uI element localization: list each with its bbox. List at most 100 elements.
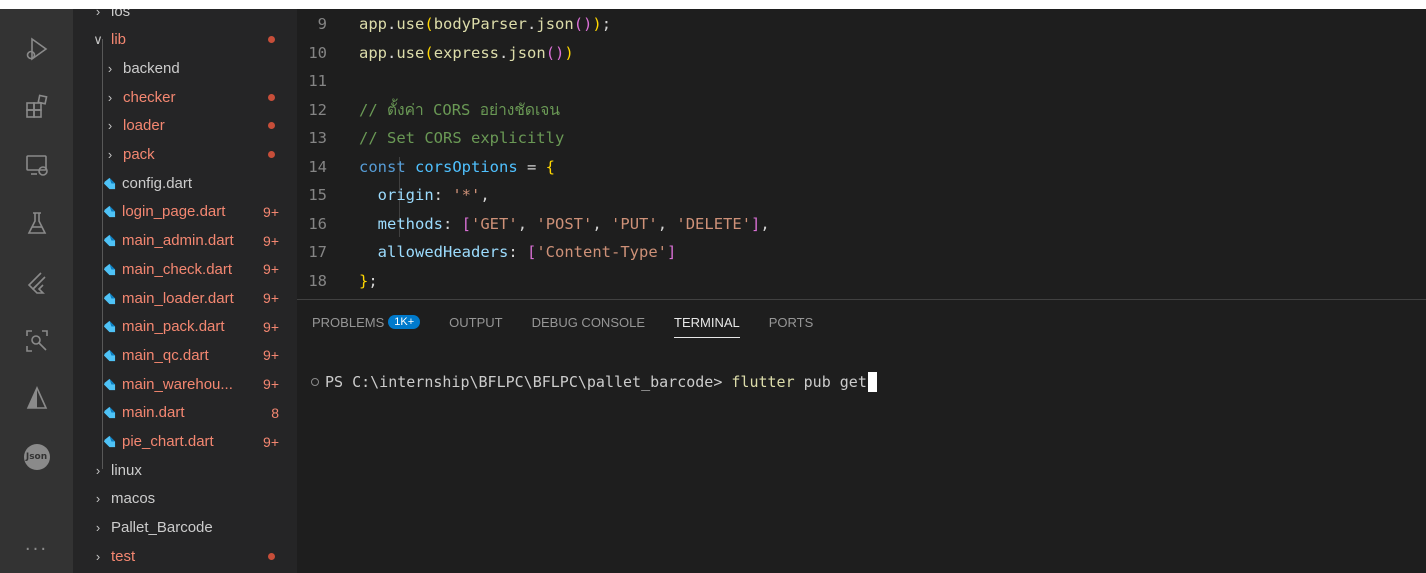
code-line: 16 methods: ['GET', 'POST', 'PUT', 'DELE… [297, 210, 770, 238]
code-editor[interactable]: 9 app.use(bodyParser.json()); 10 app.use(ex… [297, 9, 1426, 299]
problem-count-badge: 9+ [263, 232, 279, 249]
code-line: 9 app.use(bodyParser.json()); [297, 10, 611, 38]
activity-bar: Json ··· [0, 9, 73, 573]
tree-folder[interactable]: › Pallet_Barcode [73, 514, 297, 542]
code-text: allowedHeaders: ['Content-Type'] [359, 243, 677, 261]
code-token: : [508, 243, 527, 261]
chevron-right-icon: › [107, 147, 113, 162]
panel-tabs: Problems 1K+ Output Debug Console Terminal Po… [297, 300, 827, 344]
problem-count-badge: 9+ [263, 433, 279, 450]
tree-item-label: main.dart [122, 404, 185, 422]
code-token: express [433, 43, 500, 62]
tree-folder[interactable]: › ios [73, 9, 297, 25]
tree-folder[interactable]: › linux [73, 456, 297, 484]
problem-dot-icon [268, 151, 275, 158]
tree-file[interactable]: main_warehou... 9+ [73, 370, 297, 398]
chevron-right-icon: › [107, 60, 113, 76]
flutter-icon[interactable] [0, 259, 73, 307]
problem-count-badge: 9+ [263, 376, 279, 393]
tree-folder[interactable]: › macos [73, 485, 297, 513]
code-token: app [359, 43, 387, 62]
tree-file[interactable]: main_admin.dart 9+ [73, 227, 297, 255]
dart-file-icon [103, 263, 122, 276]
command-status-circle-icon [311, 378, 319, 386]
tree-file[interactable]: main.dart 8 [73, 399, 297, 427]
chevron-right-icon: › [107, 89, 113, 105]
tree-file[interactable]: config.dart [73, 169, 297, 197]
tab-problems[interactable]: Problems 1K+ [312, 300, 421, 344]
tree-folder[interactable]: › checker [73, 83, 297, 111]
tab-output[interactable]: Output [449, 300, 502, 344]
code-token: // ตั้งค่า CORS อย่างชัดเจน [359, 101, 560, 119]
code-token: 'DELETE' [676, 214, 752, 233]
tree-folder[interactable]: › loader [73, 112, 297, 140]
tree-file[interactable]: pie_chart.dart 9+ [73, 428, 297, 456]
code-token: { [545, 157, 555, 176]
code-token: corsOptions [415, 157, 518, 176]
problem-dot-icon [268, 122, 275, 130]
code-text: methods: ['GET', 'POST', 'PUT', 'DELETE'… [359, 215, 770, 233]
code-token: , [480, 186, 490, 204]
code-token: use [396, 15, 425, 33]
code-token: . [387, 43, 397, 62]
testing-flask-icon[interactable] [0, 199, 73, 247]
dart-file-icon [103, 177, 122, 190]
code-token: , [592, 214, 612, 233]
code-token: [ [527, 243, 537, 261]
tree-file[interactable]: main_check.dart 9+ [73, 255, 297, 283]
code-token: origin [377, 186, 434, 204]
more-icon[interactable]: ··· [0, 525, 73, 573]
line-number: 14 [308, 157, 327, 176]
remote-explorer-icon[interactable] [0, 141, 73, 189]
tree-file[interactable]: login_page.dart 9+ [73, 198, 297, 226]
code-line: 12 // ตั้งค่า CORS อย่างชัดเจน [297, 96, 560, 124]
problem-dot-icon [268, 552, 275, 560]
chevron-right-icon: › [95, 520, 101, 536]
code-token: () [545, 43, 565, 62]
code-line: 15 origin: '*', [297, 181, 490, 209]
terminal-line[interactable]: PS C:\internship\BFLPC\BFLPC\pallet_barc… [311, 372, 877, 392]
tree-item-label: lib [111, 31, 127, 49]
tree-folder[interactable]: › test [73, 542, 297, 570]
tab-ports[interactable]: Ports [769, 300, 814, 344]
problem-count-badge: 9+ [263, 318, 279, 335]
terminal-cursor [867, 372, 877, 392]
code-token: ) [592, 15, 602, 33]
code-token: ; [368, 271, 378, 290]
code-line: 14 const corsOptions = { [297, 153, 555, 181]
code-token: json [536, 15, 574, 33]
code-line: 10 app.use(express.json()) [297, 39, 573, 67]
line-number: 12 [308, 100, 327, 119]
code-text: const corsOptions = { [359, 158, 555, 176]
tree-item-label: ios [111, 9, 131, 20]
tab-debug-console[interactable]: Debug Console [532, 300, 645, 344]
run-debug-icon[interactable] [0, 25, 73, 73]
code-token: . [387, 15, 397, 33]
problem-count-badge: 9+ [263, 290, 279, 306]
code-token: 'GET' [471, 214, 518, 233]
code-search-icon[interactable] [0, 317, 73, 365]
tree-file[interactable]: main_loader.dart 9+ [73, 284, 297, 312]
tree-folder[interactable]: › pack [73, 141, 297, 169]
code-token: 'Content-Type' [536, 243, 667, 261]
tab-label: Debug Console [531, 314, 646, 330]
code-token: = [517, 157, 546, 176]
code-token: ( [424, 15, 434, 33]
tree-folder[interactable]: ∨ lib [73, 26, 297, 54]
code-line: 17 allowedHeaders: ['Content-Type'] [297, 238, 676, 266]
tab-terminal[interactable]: Terminal [674, 300, 740, 344]
tree-folder[interactable]: › backend [73, 54, 297, 82]
triangle-extension-icon[interactable] [0, 375, 73, 423]
tree-file[interactable]: main_pack.dart 9+ [73, 313, 297, 341]
code-line: 18}; [297, 267, 378, 295]
explorer-tree: › ios ∨ lib › backend › checker › loader › pack conf… [73, 9, 297, 573]
window-top-strip [0, 0, 1426, 9]
problem-count-badge: 9+ [263, 261, 279, 278]
tree-item-label: main_admin.dart [122, 232, 234, 250]
tree-file[interactable]: main_qc.dart 9+ [73, 341, 297, 369]
extensions-icon[interactable] [0, 83, 73, 131]
json-extension-icon[interactable]: Json [0, 433, 73, 481]
tree-item-label: macos [111, 490, 156, 508]
line-number: 10 [308, 43, 327, 62]
